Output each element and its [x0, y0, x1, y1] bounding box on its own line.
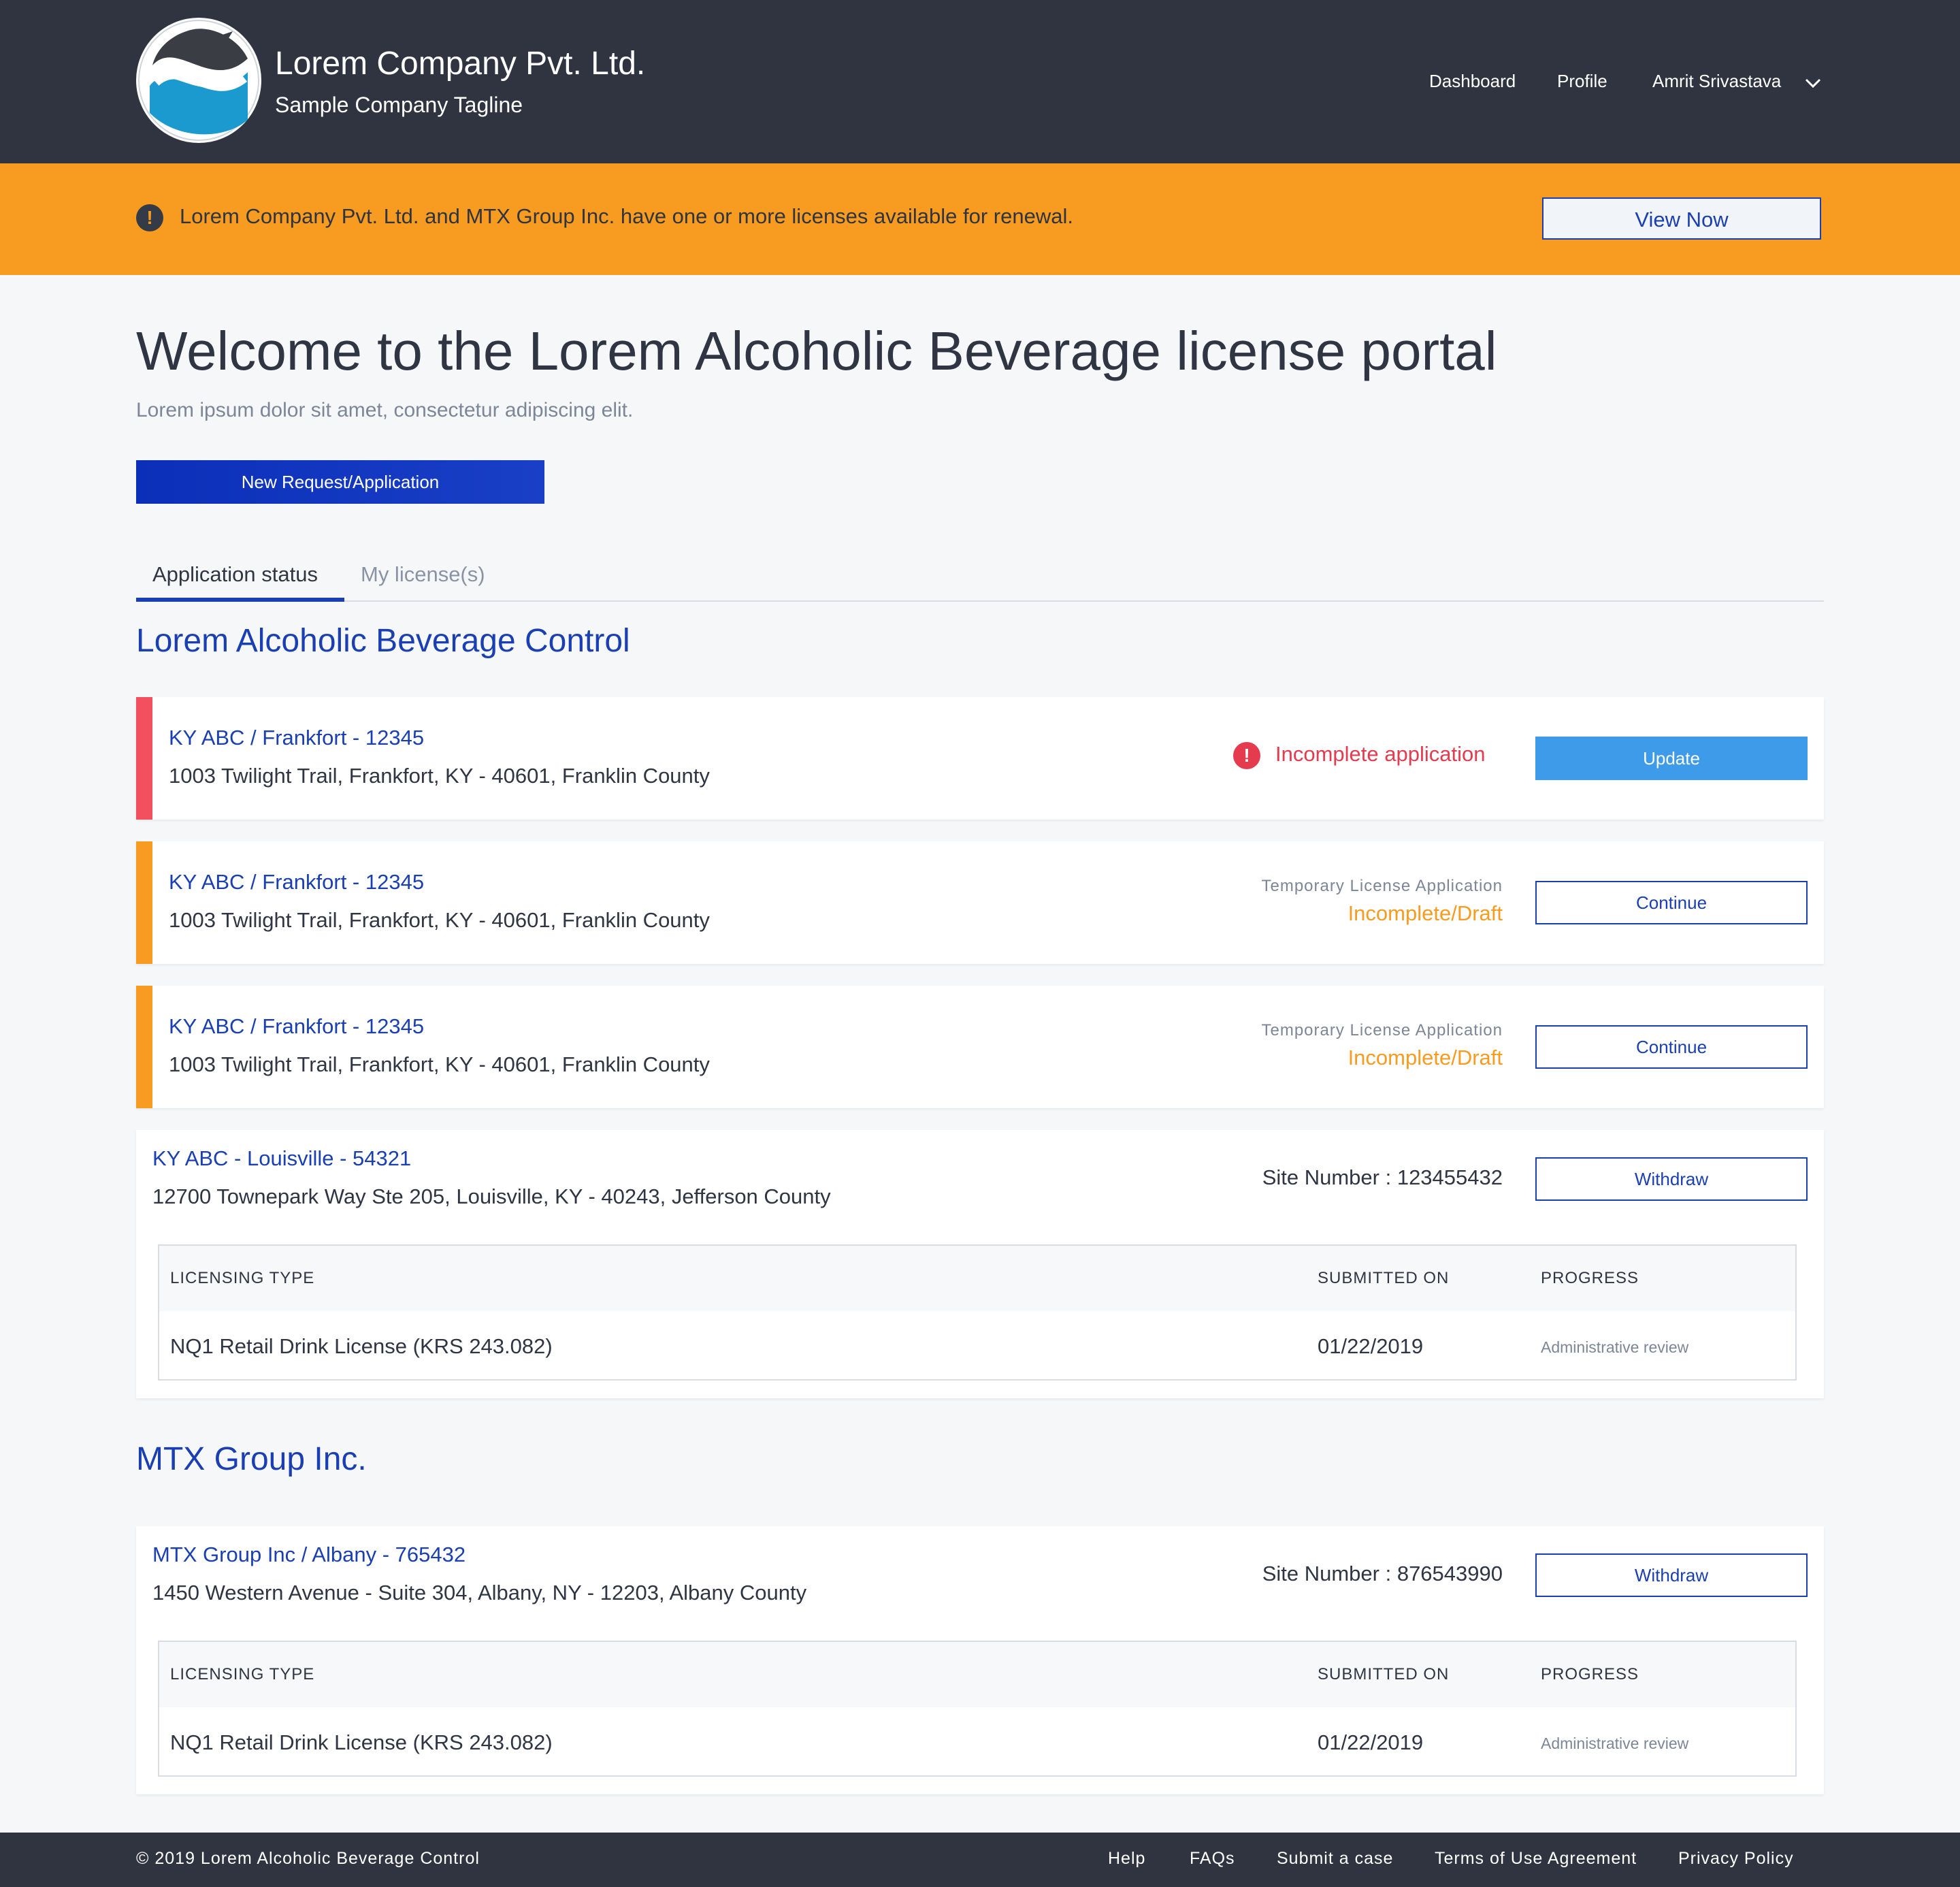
chevron-down-icon[interactable]	[1803, 74, 1823, 93]
license-table: LICENSING TYPE SUBMITTED ON PROGRESS NQ1…	[158, 1244, 1797, 1381]
status-label: Temporary License Application	[1261, 1021, 1503, 1039]
tab-application-status[interactable]: Application status	[152, 562, 318, 587]
cell-submitted-on: 01/22/2019	[1318, 1334, 1424, 1358]
application-address: 1450 Western Avenue - Suite 304, Albany,…	[152, 1581, 807, 1604]
footer-link-privacy[interactable]: Privacy Policy	[1678, 1849, 1794, 1869]
company-logo[interactable]	[136, 18, 261, 143]
top-header: Lorem Company Pvt. Ltd. Sample Company T…	[0, 0, 1960, 163]
status-incomplete-application: Incomplete application	[1275, 742, 1486, 766]
application-card: KY ABC - Louisville - 54321 12700 Townep…	[136, 1130, 1824, 1398]
cell-licensing-type: NQ1 Retail Drink License (KRS 243.082)	[170, 1334, 553, 1358]
status-label: Temporary License Application	[1261, 877, 1503, 895]
continue-button[interactable]: Continue	[1535, 881, 1808, 924]
application-card: MTX Group Inc / Albany - 765432 1450 Wes…	[136, 1526, 1824, 1794]
status-bar-warning	[136, 986, 152, 1108]
company-name: Lorem Company Pvt. Ltd.	[275, 46, 646, 82]
application-card: KY ABC / Frankfort - 12345 1003 Twilight…	[136, 841, 1824, 964]
site-number: Site Number : 876543990	[1262, 1562, 1503, 1585]
footer-copyright: © 2019 Lorem Alcoholic Beverage Control	[136, 1849, 480, 1868]
footer: © 2019 Lorem Alcoholic Beverage Control …	[0, 1833, 1960, 1887]
cell-licensing-type: NQ1 Retail Drink License (KRS 243.082)	[170, 1730, 553, 1754]
new-request-button[interactable]: New Request/Application	[136, 460, 544, 504]
application-address: 1003 Twilight Trail, Frankfort, KY - 406…	[169, 764, 710, 788]
application-id-link[interactable]: MTX Group Inc / Albany - 765432	[152, 1543, 466, 1567]
footer-link-terms[interactable]: Terms of Use Agreement	[1435, 1849, 1637, 1869]
application-address: 1003 Twilight Trail, Frankfort, KY - 406…	[169, 1052, 710, 1076]
nav-profile[interactable]: Profile	[1557, 71, 1607, 92]
footer-link-faqs[interactable]: FAQs	[1190, 1849, 1235, 1869]
application-id-link[interactable]: KY ABC - Louisville - 54321	[152, 1146, 411, 1171]
page: Lorem Company Pvt. Ltd. Sample Company T…	[0, 0, 1960, 1887]
continue-button[interactable]: Continue	[1535, 1025, 1808, 1069]
column-licensing-type: LICENSING TYPE	[170, 1665, 315, 1683]
withdraw-button[interactable]: Withdraw	[1535, 1157, 1808, 1201]
tab-my-licenses[interactable]: My license(s)	[361, 562, 485, 587]
application-address: 12700 Townepark Way Ste 205, Louisville,…	[152, 1184, 831, 1208]
footer-link-help[interactable]: Help	[1108, 1849, 1145, 1869]
license-table: LICENSING TYPE SUBMITTED ON PROGRESS NQ1…	[158, 1641, 1797, 1777]
company-tagline: Sample Company Tagline	[275, 93, 523, 117]
column-licensing-type: LICENSING TYPE	[170, 1269, 315, 1287]
cell-submitted-on: 01/22/2019	[1318, 1730, 1424, 1754]
column-submitted-on: SUBMITTED ON	[1318, 1269, 1450, 1287]
section-title-mtx-group: MTX Group Inc.	[136, 1441, 367, 1477]
status-draft: Incomplete/Draft	[1348, 901, 1503, 925]
status-bar-warning	[136, 841, 152, 964]
application-id-link[interactable]: KY ABC / Frankfort - 12345	[169, 726, 424, 750]
page-subtitle: Lorem ipsum dolor sit amet, consectetur …	[136, 399, 634, 421]
site-number: Site Number : 123455432	[1262, 1165, 1503, 1189]
active-tab-indicator	[136, 598, 344, 602]
view-now-button[interactable]: View Now	[1542, 197, 1821, 240]
nav-user-menu[interactable]: Amrit Srivastava	[1652, 71, 1781, 92]
status-draft: Incomplete/Draft	[1348, 1046, 1503, 1069]
tabs-divider	[136, 600, 1824, 602]
exclamation-circle-icon: !	[136, 204, 163, 231]
renewal-banner: ! Lorem Company Pvt. Ltd. and MTX Group …	[0, 163, 1960, 275]
application-address: 1003 Twilight Trail, Frankfort, KY - 406…	[169, 908, 710, 932]
application-card: KY ABC / Frankfort - 12345 1003 Twilight…	[136, 986, 1824, 1108]
error-circle-icon: !	[1233, 742, 1260, 769]
status-bar-error	[136, 697, 152, 820]
banner-message: Lorem Company Pvt. Ltd. and MTX Group In…	[180, 204, 1073, 228]
cell-progress: Administrative review	[1541, 1338, 1689, 1356]
nav-dashboard[interactable]: Dashboard	[1429, 71, 1516, 92]
application-id-link[interactable]: KY ABC / Frankfort - 12345	[169, 870, 424, 894]
cell-progress: Administrative review	[1541, 1735, 1689, 1752]
footer-link-submit-case[interactable]: Submit a case	[1277, 1849, 1393, 1869]
page-title: Welcome to the Lorem Alcoholic Beverage …	[136, 321, 1497, 381]
column-progress: PROGRESS	[1541, 1665, 1639, 1683]
column-progress: PROGRESS	[1541, 1269, 1639, 1287]
application-card: KY ABC / Frankfort - 12345 1003 Twilight…	[136, 697, 1824, 820]
section-title-lorem-abc: Lorem Alcoholic Beverage Control	[136, 623, 630, 659]
application-id-link[interactable]: KY ABC / Frankfort - 12345	[169, 1014, 424, 1039]
withdraw-button[interactable]: Withdraw	[1535, 1553, 1808, 1597]
update-button[interactable]: Update	[1535, 737, 1808, 780]
column-submitted-on: SUBMITTED ON	[1318, 1665, 1450, 1683]
